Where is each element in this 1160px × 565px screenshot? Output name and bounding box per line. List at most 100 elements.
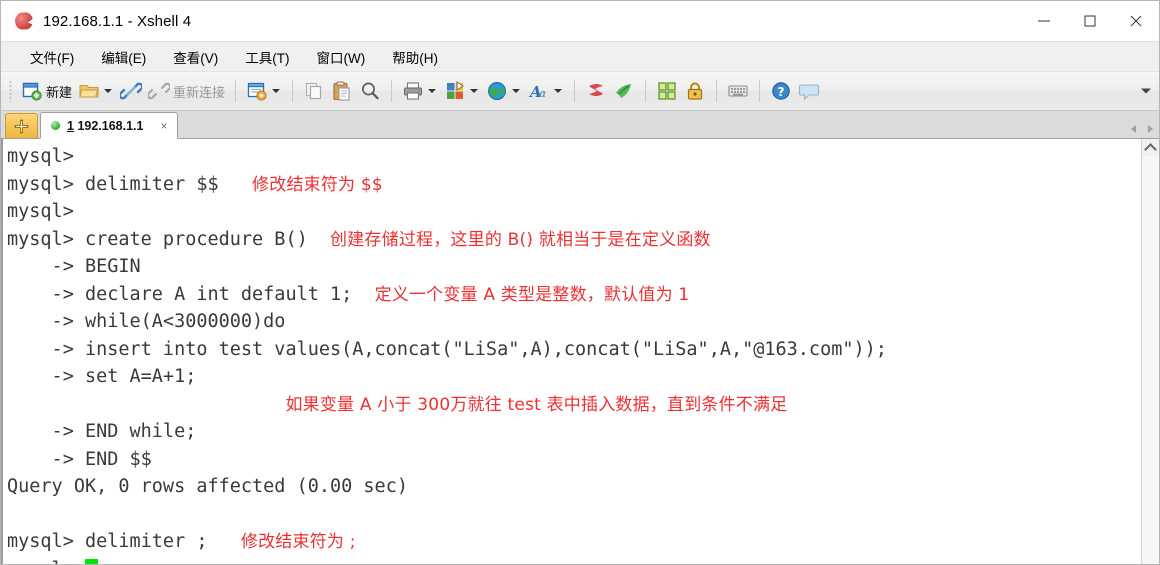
xftp-icon — [613, 80, 635, 102]
toolbar: 新建 重新连接 A a ? — [1, 71, 1159, 111]
lock-button[interactable] — [681, 76, 709, 106]
menu-bar: 文件(F) 编辑(E) 查看(V) 工具(T) 窗口(W) 帮助(H) — [1, 41, 1159, 71]
toolbar-separator-2 — [292, 80, 294, 102]
help-question-icon: ? — [770, 80, 792, 102]
terminal-output[interactable]: mysql> mysql> delimiter $$ 修改结束符为 $$ mysql… — [1, 139, 1141, 564]
terminal-line-text: -> END while; — [7, 421, 197, 442]
font-caret-icon[interactable] — [554, 89, 563, 93]
session-manager-caret-icon[interactable] — [272, 89, 281, 93]
scrollbar-track[interactable] — [1142, 156, 1159, 564]
close-button[interactable] — [1113, 1, 1159, 41]
svg-text:a: a — [539, 87, 546, 100]
print-button[interactable] — [399, 76, 441, 106]
terminal-line: mysql> — [7, 143, 1141, 171]
xshell-app-button[interactable] — [582, 76, 610, 106]
toolbar-separator-4 — [574, 80, 576, 102]
session-tab-192-168-1-1[interactable]: 1 192.168.1.1 × — [40, 112, 178, 139]
menu-file[interactable]: 文件(F) — [19, 43, 85, 71]
terminal-line-text: mysql> — [7, 201, 74, 222]
toolbar-overflow-caret-icon[interactable] — [1141, 88, 1151, 94]
new-session-label: 新建 — [46, 84, 73, 100]
terminal-line: mysql> create procedure B() 创建存储过程，这里的 B… — [7, 226, 1141, 254]
open-session-button[interactable] — [75, 76, 117, 106]
file-transfer-icon — [444, 80, 466, 102]
terminal-line: -> END while; — [7, 418, 1141, 446]
chat-bubble-icon — [798, 80, 820, 102]
scrollbar-up-button[interactable] — [1142, 139, 1159, 156]
terminal-line: mysql> delimiter ; 修改结束符为 ; — [7, 528, 1141, 556]
font-button[interactable]: A a — [525, 76, 567, 106]
terminal-annotation-gap — [219, 174, 252, 195]
tab-connected-status-icon — [51, 121, 60, 130]
menu-edit[interactable]: 编辑(E) — [90, 43, 157, 71]
file-transfer-button[interactable] — [441, 76, 483, 106]
copy-button[interactable] — [300, 76, 328, 106]
toolbar-separator-3 — [391, 80, 393, 102]
arrange-windows-button[interactable] — [653, 76, 681, 106]
terminal-annotation: 创建存储过程，这里的 B() 就相当于是在定义函数 — [330, 229, 711, 250]
printer-icon — [402, 80, 424, 102]
xftp-app-button[interactable] — [610, 76, 638, 106]
terminal-annotation-gap — [207, 531, 240, 552]
window-controls — [1021, 1, 1159, 41]
terminal-line: -> END $$ — [7, 446, 1141, 474]
terminal-line: -> while(A<3000000)do — [7, 308, 1141, 336]
terminal-line-text: -> insert into test values(A,concat("LiS… — [7, 338, 887, 360]
help-button[interactable]: ? — [767, 76, 795, 106]
maximize-button[interactable] — [1067, 1, 1113, 41]
terminal-cursor — [84, 558, 98, 564]
terminal-line: -> BEGIN — [7, 253, 1141, 281]
terminal-line: 如果变量 A 小于 300万就往 test 表中插入数据，直到条件不满足 — [7, 391, 1141, 419]
menu-window[interactable]: 窗口(W) — [306, 43, 377, 71]
terminal-annotation: 修改结束符为 $$ — [252, 174, 383, 195]
file-transfer-caret-icon[interactable] — [470, 89, 479, 93]
open-session-caret-icon[interactable] — [104, 89, 113, 93]
toolbar-grip[interactable] — [9, 80, 12, 102]
toolbar-separator-5 — [645, 80, 647, 102]
paste-button[interactable] — [328, 76, 356, 106]
terminal-line-text: Query OK, 0 rows affected (0.00 sec) — [7, 476, 408, 497]
terminal-line: -> declare A int default 1; 定义一个变量 A 类型是… — [7, 281, 1141, 309]
new-tab-button[interactable] — [5, 113, 38, 138]
terminal-line-text: mysql> create procedure B() — [7, 228, 308, 250]
reconnect-label: 重新连接 — [173, 84, 226, 100]
terminal-line: mysql> — [7, 198, 1141, 226]
find-button[interactable] — [356, 76, 384, 106]
terminal-annotation-gap — [7, 394, 285, 415]
menu-help[interactable]: 帮助(H) — [381, 43, 449, 71]
tab-scroll-left-icon[interactable] — [1131, 125, 1136, 133]
reconnect-button[interactable]: 重新连接 — [145, 76, 228, 106]
terminal-annotation-gap — [352, 284, 374, 305]
xshell-logo-icon — [13, 10, 35, 32]
terminal-scrollbar[interactable] — [1141, 139, 1159, 564]
terminal-line-text: -> while(A<3000000)do — [7, 311, 286, 332]
minimize-button[interactable] — [1021, 1, 1067, 41]
tab-scroll-right-icon[interactable] — [1148, 125, 1153, 133]
keyboard-button[interactable] — [724, 76, 752, 106]
tab-close-icon[interactable]: × — [157, 118, 170, 134]
title-bar: 192.168.1.1 - Xshell 4 — [1, 1, 1159, 41]
terminal-annotation-gap — [308, 229, 330, 250]
connect-link-icon — [118, 80, 144, 102]
new-session-button[interactable]: 新建 — [18, 76, 75, 106]
encoding-button[interactable] — [483, 76, 525, 106]
terminal-line-text: -> declare A int default 1; — [7, 283, 353, 305]
terminal-line-text: mysql> delimiter ; — [7, 531, 208, 552]
print-caret-icon[interactable] — [428, 89, 437, 93]
terminal-line-text: mysql> — [7, 559, 85, 565]
encoding-caret-icon[interactable] — [512, 89, 521, 93]
connect-button[interactable] — [117, 76, 145, 106]
reconnect-icon — [146, 80, 172, 102]
terminal-line-text: mysql> — [7, 146, 74, 167]
session-manager-button[interactable] — [243, 76, 285, 106]
menu-view[interactable]: 查看(V) — [162, 43, 229, 71]
terminal-line-text: -> set A=A+1; — [7, 366, 197, 387]
feedback-button[interactable] — [795, 76, 823, 106]
chevron-up-icon — [1144, 142, 1157, 156]
xshell-window: 192.168.1.1 - Xshell 4 文件(F) 编辑(E) 查看(V)… — [0, 0, 1160, 565]
tile-windows-icon — [656, 80, 678, 102]
terminal-line: Query OK, 0 rows affected (0.00 sec) — [7, 473, 1141, 501]
toolbar-separator-6 — [716, 80, 718, 102]
terminal-line-text: -> BEGIN — [7, 256, 141, 277]
menu-tools[interactable]: 工具(T) — [234, 43, 300, 71]
